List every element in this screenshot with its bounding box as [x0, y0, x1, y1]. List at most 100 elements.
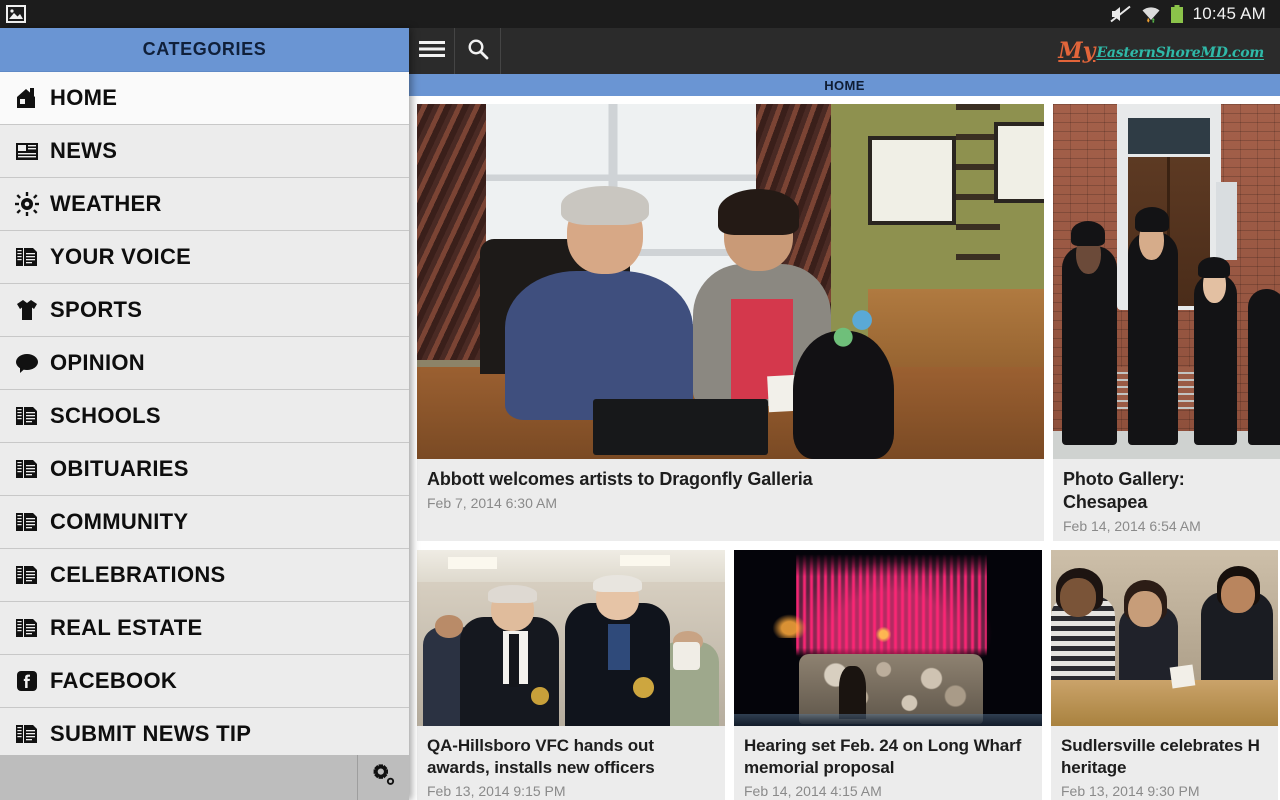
sidebar-item-real-estate[interactable]: REAL ESTATE [0, 602, 409, 655]
sidebar-item-sports[interactable]: SPORTS [0, 284, 409, 337]
sidebar-item-opinion[interactable]: OPINION [0, 337, 409, 390]
status-bar-system-icons: 10:45 AM [1109, 4, 1272, 24]
group-in-black-uniforms-photo [1053, 104, 1280, 459]
sidebar-item-label: YOUR VOICE [50, 244, 192, 269]
hamburger-menu-button[interactable] [409, 28, 455, 74]
sidebar-item-label: SUBMIT NEWS TIP [50, 721, 252, 746]
sidebar-item-label: OBITUARIES [50, 456, 189, 481]
article-date: Feb 14, 2014 6:54 AM [1063, 518, 1201, 535]
article-title: Photo Gallery: Chesapea [1063, 469, 1185, 513]
article-date: Feb 7, 2014 6:30 AM [427, 495, 557, 512]
article-thumbnail [1051, 550, 1278, 726]
sidebar-item-label: COMMUNITY [50, 509, 189, 534]
article-card[interactable]: Sudlersville celebrates H heritage Feb 1… [1051, 550, 1278, 800]
battery-icon [1170, 4, 1184, 24]
gear-icon [371, 762, 397, 793]
volume-muted-icon [1109, 5, 1132, 23]
students-at-table-photo [1051, 550, 1278, 726]
sidebar-item-news[interactable]: NEWS [0, 125, 409, 178]
article-card[interactable]: Photo Gallery: Chesapea Feb 14, 2014 6:5… [1053, 104, 1280, 541]
status-bar-clock: 10:45 AM [1192, 4, 1266, 23]
tshirt-icon [10, 298, 44, 322]
sidebar-item-facebook[interactable]: FACEBOOK [0, 655, 409, 708]
article-title: Sudlersville celebrates H heritage [1061, 736, 1260, 777]
status-bar-notifications [6, 5, 26, 23]
article-date: Feb 13, 2014 9:15 PM [427, 782, 566, 799]
categories-drawer: CATEGORIES HOME NEWS WEATHER YOUR VOICE … [0, 28, 409, 800]
article-date: Feb 13, 2014 9:30 PM [1061, 782, 1200, 799]
article-title: Abbott welcomes artists to Dragonfly Gal… [427, 469, 813, 489]
search-button[interactable] [455, 28, 501, 74]
documents-icon [10, 510, 44, 534]
article-title: QA-Hillsboro VFC hands out awards, insta… [427, 736, 655, 777]
article-meta: Photo Gallery: Chesapea Feb 14, 2014 6:5… [1053, 459, 1280, 534]
article-card[interactable]: Abbott welcomes artists to Dragonfly Gal… [417, 104, 1044, 541]
drawer-footer-spacer [0, 755, 357, 800]
article-thumbnail [734, 550, 1042, 726]
feed-row-top: Abbott welcomes artists to Dragonfly Gal… [417, 104, 1280, 541]
pink-fountain-night-photo [734, 550, 1042, 726]
article-date: Feb 14, 2014 4:15 AM [744, 782, 882, 799]
article-thumbnail [417, 550, 725, 726]
documents-icon [10, 404, 44, 428]
sidebar-item-your-voice[interactable]: YOUR VOICE [0, 231, 409, 284]
hamburger-menu-icon [418, 40, 445, 63]
sidebar-item-label: CELEBRATIONS [50, 562, 226, 587]
sidebar-item-label: NEWS [50, 138, 118, 163]
sidebar-item-label: HOME [50, 85, 118, 110]
feed-row-bottom: QA-Hillsboro VFC hands out awards, insta… [417, 550, 1280, 800]
article-card[interactable]: QA-Hillsboro VFC hands out awards, insta… [417, 550, 725, 800]
category-list[interactable]: HOME NEWS WEATHER YOUR VOICE SPORTS OPIN… [0, 72, 409, 746]
sidebar-item-label: REAL ESTATE [50, 615, 203, 640]
sidebar-item-obituaries[interactable]: OBITUARIES [0, 443, 409, 496]
screen-root: 10:45 AM My EasternShoreMD.com HOME Abbo… [0, 0, 1280, 800]
sidebar-item-celebrations[interactable]: CELEBRATIONS [0, 549, 409, 602]
home-icon [10, 86, 44, 110]
documents-icon [10, 457, 44, 481]
documents-icon [10, 245, 44, 269]
sidebar-item-label: SPORTS [50, 297, 143, 322]
sidebar-item-label: FACEBOOK [50, 668, 178, 693]
sidebar-item-weather[interactable]: WEATHER [0, 178, 409, 231]
sidebar-item-home[interactable]: HOME [0, 72, 409, 125]
breadcrumb: HOME [409, 74, 1280, 96]
settings-button[interactable] [357, 755, 409, 800]
article-card[interactable]: Hearing set Feb. 24 on Long Wharf memori… [734, 550, 1042, 800]
logo-domain-text: EasternShoreMD.com [1096, 45, 1264, 61]
wifi-icon [1141, 5, 1161, 23]
drawer-footer [0, 755, 409, 800]
article-meta: QA-Hillsboro VFC hands out awards, insta… [417, 726, 725, 799]
article-thumbnail [1053, 104, 1280, 459]
search-icon [467, 38, 489, 65]
gallery-icon [6, 5, 26, 23]
article-thumbnail [417, 104, 1044, 459]
drawer-title: CATEGORIES [142, 39, 267, 59]
article-feed[interactable]: Abbott welcomes artists to Dragonfly Gal… [409, 96, 1280, 800]
drawer-header: CATEGORIES [0, 28, 409, 72]
site-logo[interactable]: My EasternShoreMD.com [1058, 28, 1280, 74]
action-bar: My EasternShoreMD.com [409, 28, 1280, 74]
sidebar-item-label: OPINION [50, 350, 145, 375]
documents-icon [10, 722, 44, 746]
article-title: Hearing set Feb. 24 on Long Wharf memori… [744, 736, 1022, 777]
speech-bubble-icon [10, 351, 44, 375]
documents-icon [10, 563, 44, 587]
sidebar-item-submit-news-tip[interactable]: SUBMIT NEWS TIP [0, 708, 409, 746]
sun-icon [10, 192, 44, 216]
newspaper-icon [10, 139, 44, 163]
sidebar-item-schools[interactable]: SCHOOLS [0, 390, 409, 443]
article-meta: Hearing set Feb. 24 on Long Wharf memori… [734, 726, 1042, 799]
android-status-bar: 10:45 AM [0, 0, 1280, 28]
two-firefighters-photo [417, 550, 725, 726]
sidebar-item-label: SCHOOLS [50, 403, 161, 428]
documents-icon [10, 616, 44, 640]
facebook-icon [10, 669, 44, 693]
app-content: My EasternShoreMD.com HOME Abbott welcom… [409, 28, 1280, 800]
sidebar-item-label: WEATHER [50, 191, 162, 216]
sidebar-item-community[interactable]: COMMUNITY [0, 496, 409, 549]
article-meta: Sudlersville celebrates H heritage Feb 1… [1051, 726, 1278, 799]
breadcrumb-label: HOME [824, 77, 865, 93]
article-meta: Abbott welcomes artists to Dragonfly Gal… [417, 459, 1044, 511]
two-women-at-desk-photo [417, 104, 1044, 459]
logo-my-text: My [1058, 38, 1096, 64]
